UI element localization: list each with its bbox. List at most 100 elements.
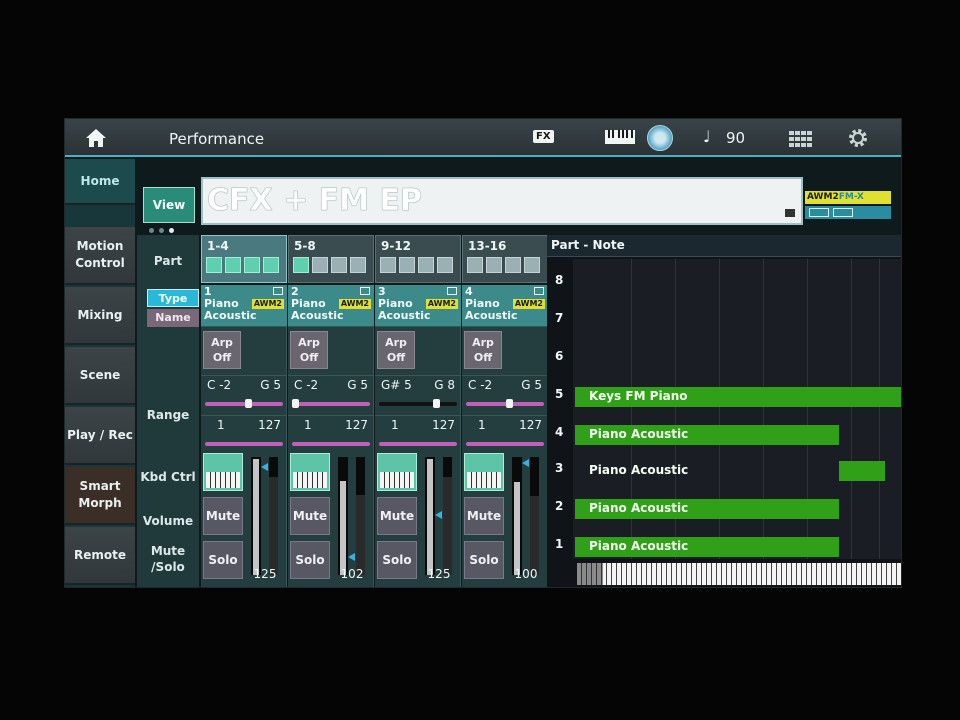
velocity-range[interactable]: 1 127 (201, 415, 287, 455)
type-button[interactable]: Type (147, 289, 199, 307)
part-indicator (437, 257, 453, 273)
part-edit-icon (447, 287, 457, 295)
velocity-range[interactable]: 1 127 (462, 415, 548, 455)
part-note-title: Part - Note (551, 238, 625, 252)
kbd-ctrl-button[interactable] (203, 453, 243, 491)
note-range-bar (466, 402, 544, 406)
mute-button[interactable]: Mute (377, 497, 417, 535)
view-button[interactable]: View (143, 187, 195, 223)
part-type-button[interactable]: 2 AWM2 Piano Acoustic (288, 285, 374, 327)
mute-button[interactable]: Mute (464, 497, 504, 535)
name-button[interactable]: Name (147, 309, 199, 327)
fx-button[interactable]: FX (533, 130, 554, 143)
volume-fader[interactable] (338, 457, 348, 575)
arp-button[interactable]: Arp Off (464, 331, 502, 369)
level-meter-fill (443, 477, 452, 575)
part-row-number: 7 (555, 311, 564, 325)
note-range-knob[interactable] (433, 399, 440, 408)
arp-button[interactable]: Arp Off (203, 331, 241, 369)
volume-fader[interactable] (512, 457, 522, 575)
velocity-range-bar (205, 442, 283, 446)
part-indicator (263, 257, 279, 273)
part-subcategory: Acoustic (291, 309, 344, 322)
arp-button[interactable]: Arp Off (377, 331, 415, 369)
note-range[interactable]: G# 5 G 8 (375, 375, 461, 415)
live-set-grid-icon[interactable] (789, 131, 813, 147)
note-high: G 5 (521, 378, 542, 392)
engine-badge: AWM2 (425, 299, 458, 309)
nav-motion-control[interactable]: Motion Control (65, 227, 135, 285)
page-dot (149, 228, 154, 233)
part-note-panel: Part - Note 8 7 6 5 Keys FM Piano 4 Piano Acou… (547, 235, 901, 587)
note-range[interactable]: C -2 G 5 (462, 375, 548, 415)
volume-fader[interactable] (425, 457, 435, 575)
home-icon[interactable] (85, 128, 107, 148)
note-range-knob[interactable] (245, 399, 252, 408)
part-note-label: Piano Acoustic (589, 463, 689, 477)
quick-setup-icon[interactable] (647, 125, 673, 151)
kbd-ctrl-button[interactable] (290, 453, 330, 491)
part-note-label: Piano Acoustic (589, 539, 689, 553)
part-group-1-4[interactable]: 1-4 (201, 235, 287, 283)
edit-icon (785, 209, 795, 217)
solo-button[interactable]: Solo (290, 541, 330, 579)
part-note-header: Part - Note (547, 235, 901, 257)
fader-marker (348, 553, 355, 561)
note-range[interactable]: C -2 G 5 (201, 375, 287, 415)
left-navigation: Home Motion Control Mixing Scene Play / … (65, 159, 135, 587)
velocity-range[interactable]: 1 127 (288, 415, 374, 455)
mc-box-1 (809, 208, 829, 217)
solo-button[interactable]: Solo (203, 541, 243, 579)
tempo-note-icon: ♩ (703, 127, 711, 146)
part-type-button[interactable]: 4 AWM2 Piano Acoustic (462, 285, 548, 327)
nav-remote[interactable]: Remote (65, 527, 135, 585)
mute-button[interactable]: Mute (290, 497, 330, 535)
part-group-label: 5-8 (294, 239, 316, 253)
level-meter (443, 457, 452, 575)
note-range-knob[interactable] (506, 399, 513, 408)
arp-button[interactable]: Arp Off (290, 331, 328, 369)
keyboard-icon (467, 472, 501, 488)
fader-marker (435, 511, 442, 519)
part-group-13-16[interactable]: 13-16 (462, 235, 548, 283)
volume-fader[interactable] (251, 457, 261, 575)
part-indicator (225, 257, 241, 273)
solo-button[interactable]: Solo (464, 541, 504, 579)
keyboard-icon[interactable] (605, 130, 635, 144)
part-indicator (244, 257, 260, 273)
part-column-1: 1 AWM2 Piano Acoustic Arp Off C -2 G 5 1… (201, 285, 287, 587)
note-high: G 5 (260, 378, 281, 392)
solo-button[interactable]: Solo (377, 541, 417, 579)
row-label-kbd-ctrl: Kbd Ctrl (140, 470, 196, 484)
mute-button[interactable]: Mute (203, 497, 243, 535)
nav-mixing[interactable]: Mixing (65, 287, 135, 345)
kbd-ctrl-button[interactable] (377, 453, 417, 491)
note-range[interactable]: C -2 G 5 (288, 375, 374, 415)
kbd-ctrl-button[interactable] (464, 453, 504, 491)
volume-value: 125 (253, 567, 277, 581)
nav-smart-morph[interactable]: Smart Morph (65, 467, 135, 525)
velocity-range[interactable]: 1 127 (375, 415, 461, 455)
part-note-label: Piano Acoustic (589, 427, 689, 441)
grid-line (851, 259, 852, 559)
performance-screen: Performance FX ♩ 90 Home Motion Control … (64, 118, 902, 588)
fader-marker (522, 459, 529, 467)
nav-home[interactable]: Home (65, 159, 135, 205)
part-type-button[interactable]: 1 AWM2 Piano Acoustic (201, 285, 287, 327)
nav-play-rec[interactable]: Play / Rec (65, 407, 135, 465)
note-range-bar (292, 402, 370, 406)
part-group-5-8[interactable]: 5-8 (288, 235, 374, 283)
tempo-value[interactable]: 90 (726, 129, 745, 147)
note-range-knob[interactable] (292, 399, 299, 408)
note-keyboard (577, 563, 901, 585)
part-type-button[interactable]: 3 AWM2 Piano Acoustic (375, 285, 461, 327)
part-row-number: 2 (555, 499, 564, 513)
performance-name-field[interactable]: CFX + FM EP (201, 177, 803, 225)
gear-icon[interactable] (847, 127, 869, 149)
part-group-9-12[interactable]: 9-12 (375, 235, 461, 283)
part-note-label: Piano Acoustic (589, 501, 689, 515)
row-label-volume: Volume (142, 514, 194, 528)
nav-scene[interactable]: Scene (65, 347, 135, 405)
velocity-high: 127 (345, 418, 368, 432)
row-label-part: Part (153, 254, 183, 268)
